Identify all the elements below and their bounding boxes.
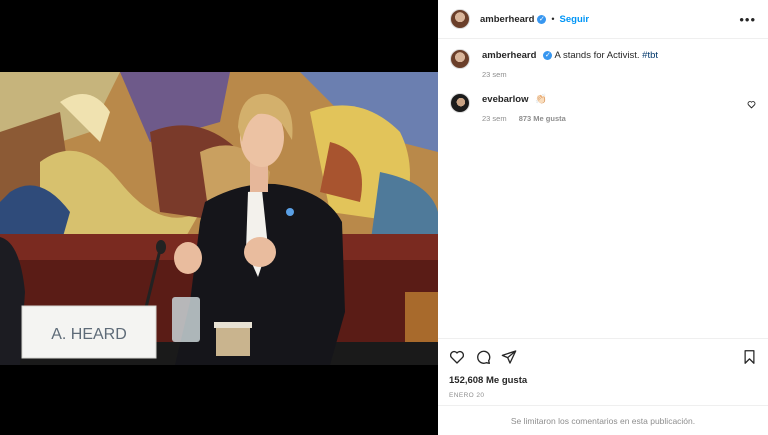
verified-badge-icon: ✓: [537, 14, 547, 24]
author-avatar[interactable]: [450, 9, 470, 29]
caption-hashtag[interactable]: #tbt: [642, 50, 658, 61]
bookmark-icon[interactable]: [742, 349, 757, 365]
post-header: amberheard ✓ • Seguir •••: [438, 0, 768, 39]
photo-illustration: A. HEARD: [0, 72, 438, 365]
caption-author-avatar[interactable]: [450, 49, 470, 69]
post-actions: 152,608 Me gusta ENERO 20: [438, 338, 768, 399]
comment-likes[interactable]: 873 Me gusta: [519, 114, 566, 123]
post-date[interactable]: ENERO 20: [449, 392, 757, 399]
comment-text: 👏🏻: [535, 94, 547, 105]
commenter-avatar[interactable]: [450, 93, 470, 113]
comment-heart-icon[interactable]: [747, 96, 756, 114]
comment-username[interactable]: evebarlow: [482, 94, 528, 105]
caption-username[interactable]: amberheard: [482, 50, 536, 61]
media-pane: A. HEARD: [0, 0, 438, 435]
comment-icon[interactable]: [475, 349, 491, 365]
author-username[interactable]: amberheard: [480, 14, 534, 25]
share-icon[interactable]: [501, 349, 517, 365]
post-modal: A. HEARD amberheard ✓ • Seguir ••• amber…: [0, 0, 768, 435]
likes-count[interactable]: 152,608 Me gusta: [449, 375, 757, 386]
comment-item: evebarlow 👏🏻 23 sem 873 Me gusta: [450, 93, 756, 123]
verified-badge-icon: ✓: [543, 50, 553, 60]
nameplate-text: A. HEARD: [51, 326, 127, 343]
header-separator: •: [551, 14, 555, 24]
comments-limited-notice: Se limitaron los comentarios en esta pub…: [438, 405, 768, 435]
follow-button[interactable]: Seguir: [560, 14, 590, 25]
post-photo[interactable]: A. HEARD: [0, 72, 438, 365]
heart-icon[interactable]: [449, 349, 465, 365]
more-options-icon[interactable]: •••: [739, 13, 756, 26]
caption-text: A stands for Activist.: [554, 50, 640, 61]
comment-time[interactable]: 23 sem: [482, 114, 507, 123]
comments-list: amberheard ✓ A stands for Activist. #tbt …: [438, 39, 768, 123]
caption: amberheard ✓ A stands for Activist. #tbt …: [450, 49, 756, 79]
post-side-panel: amberheard ✓ • Seguir ••• amberheard ✓ A …: [438, 0, 768, 435]
caption-time[interactable]: 23 sem: [482, 70, 507, 79]
